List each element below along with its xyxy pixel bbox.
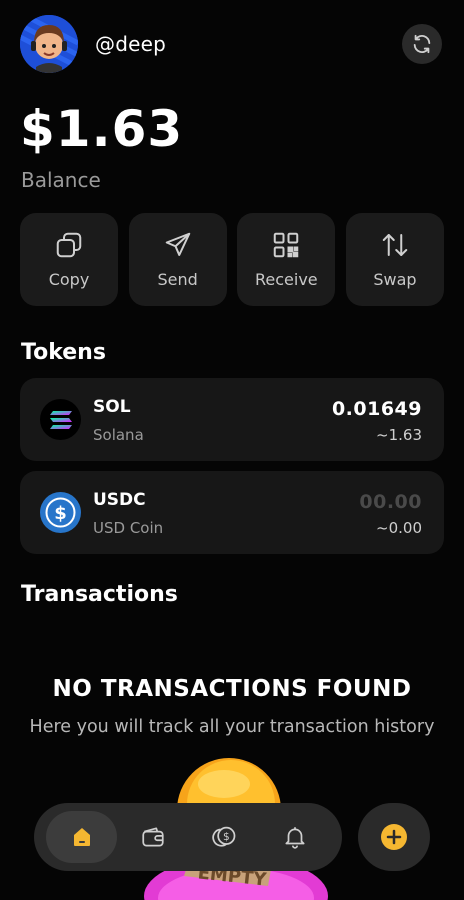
token-value: ~1.63 xyxy=(376,426,422,444)
send-label: Send xyxy=(157,270,198,289)
tokens-title: Tokens xyxy=(21,340,106,365)
empty-state-title: NO TRANSACTIONS FOUND xyxy=(52,676,412,702)
svg-text:$: $ xyxy=(54,503,67,524)
token-value: ~0.00 xyxy=(376,519,422,537)
balance-amount: $1.63 xyxy=(20,100,184,158)
balance-label: Balance xyxy=(21,168,101,192)
token-amount: 0.01649 xyxy=(331,398,422,420)
nav-home[interactable] xyxy=(46,811,117,863)
copy-label: Copy xyxy=(48,270,90,289)
receive-button[interactable]: Receive xyxy=(237,213,336,306)
wallet-icon xyxy=(141,827,164,847)
home-icon xyxy=(73,828,90,846)
send-button[interactable]: Send xyxy=(128,213,227,306)
profile-header: @deep xyxy=(20,14,444,74)
swap-icon xyxy=(382,234,408,256)
username: @deep xyxy=(95,32,166,56)
nav-notifications[interactable] xyxy=(259,811,330,863)
refresh-icon xyxy=(413,34,431,54)
plus-circle-icon xyxy=(381,824,407,850)
token-symbol: USDC xyxy=(93,490,146,510)
send-icon xyxy=(165,232,190,256)
copy-icon xyxy=(56,232,82,258)
avatar[interactable] xyxy=(20,15,78,73)
token-row-usdc[interactable]: $ USDC USD Coin 00.00 ~0.00 xyxy=(20,471,444,554)
token-name: Solana xyxy=(93,426,144,444)
nav-wallet[interactable] xyxy=(117,811,188,863)
qr-code-icon xyxy=(274,232,299,258)
solana-icon xyxy=(40,399,81,440)
swap-label: Swap xyxy=(373,270,417,289)
action-buttons: Copy Send Receive Swap xyxy=(20,213,444,306)
coins-icon: $ xyxy=(211,826,235,847)
swap-button[interactable]: Swap xyxy=(345,213,444,306)
avatar-icon xyxy=(20,15,78,73)
receive-label: Receive xyxy=(254,270,318,289)
nav-coins[interactable]: $ xyxy=(188,811,259,863)
refresh-button[interactable] xyxy=(402,24,442,64)
empty-state-subtitle: Here you will track all your transaction… xyxy=(29,717,435,737)
bottom-navbar: $ xyxy=(34,803,342,871)
add-button[interactable] xyxy=(358,803,430,871)
usdc-icon: $ xyxy=(40,492,81,533)
bell-icon xyxy=(284,827,305,849)
token-row-sol[interactable]: SOL Solana 0.01649 ~1.63 xyxy=(20,378,444,461)
svg-text:$: $ xyxy=(222,831,229,843)
token-amount: 00.00 xyxy=(359,491,422,513)
token-name: USD Coin xyxy=(93,519,164,537)
transactions-title: Transactions xyxy=(21,582,178,607)
copy-button[interactable]: Copy xyxy=(20,213,118,306)
token-symbol: SOL xyxy=(93,397,131,417)
